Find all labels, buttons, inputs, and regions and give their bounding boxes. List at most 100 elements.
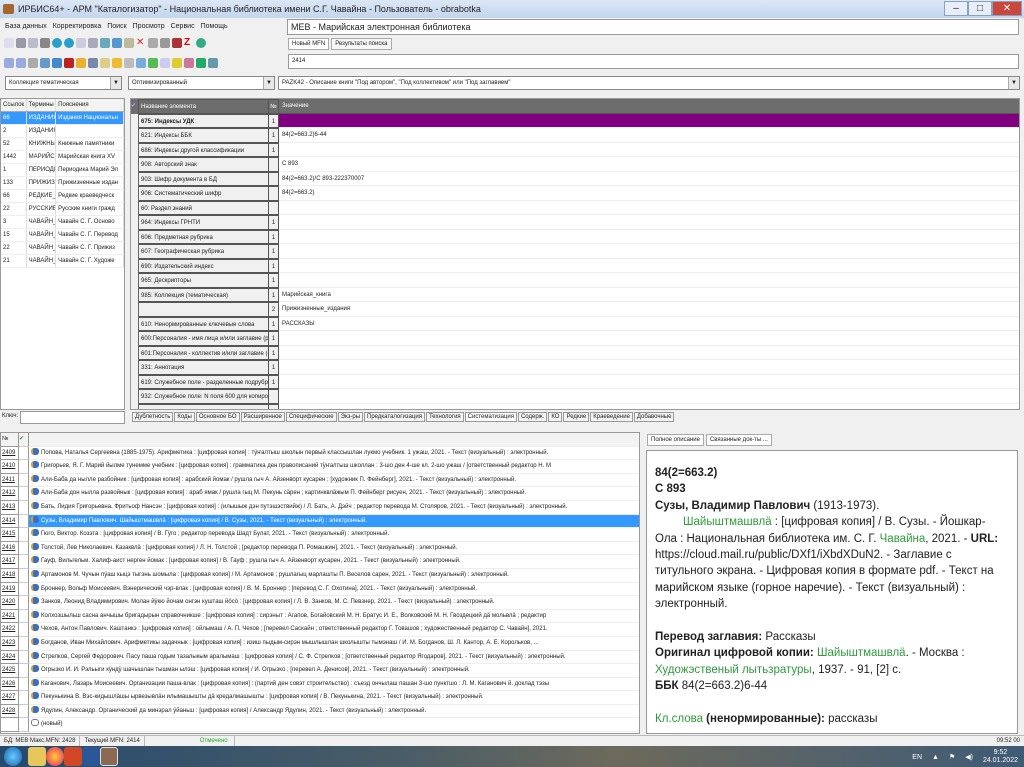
excel-icon[interactable] xyxy=(196,58,206,68)
col-links[interactable]: Ссылок xyxy=(1,99,27,111)
grid-row[interactable]: 964: Индексы ГРНТИ 1 xyxy=(131,215,1019,230)
firefox-icon[interactable] xyxy=(46,747,64,766)
record-number[interactable]: 2425 xyxy=(1,664,19,678)
grid-row[interactable]: 908: Авторский знак С 893 xyxy=(131,157,1019,172)
record-number[interactable]: 2428 xyxy=(1,704,19,719)
record-checkbox[interactable] xyxy=(19,636,29,651)
worksheet-select[interactable]: PAZK42 - Описание книги "Под автором", "… xyxy=(278,76,1020,90)
explorer-icon[interactable] xyxy=(28,747,46,766)
chevron-down-icon[interactable]: ▼ xyxy=(263,77,274,89)
up-icon[interactable] xyxy=(172,58,182,68)
filter-icon[interactable] xyxy=(208,58,218,68)
record-number[interactable] xyxy=(1,718,19,733)
grid-row[interactable]: 2 Прижизненные_издания xyxy=(131,302,1019,317)
prev-icon[interactable] xyxy=(52,38,62,48)
grid-row[interactable]: 686: Индексы другой классификации 1 xyxy=(131,142,1019,157)
field-value[interactable]: 84(2=663.2)6-44 xyxy=(279,128,1019,143)
undo-icon[interactable] xyxy=(28,38,38,48)
term-row[interactable]: 52КНИЖНЫЕКнижные памятники xyxy=(1,138,124,151)
record-checkbox[interactable] xyxy=(19,514,29,529)
field-value[interactable] xyxy=(279,404,1019,410)
worksheet-tab[interactable]: Расширенное xyxy=(240,412,285,422)
publisher-link[interactable]: Чавайна xyxy=(880,533,926,545)
list-item[interactable]: 2425 Огрызко И. И. Рэльыги кÿндÿ шачышлан… xyxy=(1,664,639,678)
record-checkbox[interactable] xyxy=(19,500,29,515)
list-item[interactable]: 2413 Бать, Лидия Григорьевна. Фритьоф Нан… xyxy=(1,500,639,515)
grid-row[interactable]: 331: Аннотация 1 xyxy=(131,360,1019,375)
grid-row[interactable]: 610: Ненормированные ключевые слова 1 РАСС… xyxy=(131,316,1019,331)
original-title-link[interactable]: Шайыштмашвлӓ xyxy=(817,647,906,659)
term-row[interactable]: 66РЕДКИЕ_КРедкие краеведческ xyxy=(1,190,124,203)
tab-search-results[interactable]: Результаты поиска xyxy=(331,38,392,50)
image-icon[interactable] xyxy=(184,58,194,68)
grid-row[interactable]: 621: Индексы ББК 1 84(2=663.2)6-44 xyxy=(131,128,1019,143)
worksheet-tab[interactable]: Краеведение xyxy=(590,412,633,422)
term-row[interactable]: 22 ЧАВАЙН_ Чавайн С. Г. Прижиз xyxy=(1,242,124,255)
term-row[interactable]: 1 ПЕРИОДИ Периодика Марий Эл xyxy=(1,164,124,177)
list-item[interactable]: 2424 Стрелков, Сергей Федорович. Пасу паш… xyxy=(1,650,639,665)
form-icon[interactable] xyxy=(4,58,14,68)
key-input[interactable] xyxy=(20,411,125,424)
term-row[interactable]: 66 ИЗДАНИЯ Издания Национальн xyxy=(1,112,124,125)
menu-database[interactable]: База данных xyxy=(5,23,47,31)
record-checkbox[interactable] xyxy=(19,555,29,569)
menu-view[interactable]: Просмотр xyxy=(133,23,165,31)
menu-edit[interactable]: Корректировка xyxy=(53,23,102,31)
refresh-icon[interactable] xyxy=(136,58,146,68)
record-checkbox[interactable] xyxy=(19,650,29,665)
worksheet-tab[interactable]: Добавочные xyxy=(633,412,675,422)
list-icon[interactable] xyxy=(112,38,122,48)
arrow-icon[interactable] xyxy=(148,58,158,68)
field-value[interactable] xyxy=(279,389,1019,404)
record-number[interactable]: 2422 xyxy=(1,623,19,637)
record-checkbox[interactable] xyxy=(19,460,29,474)
keywords-link[interactable]: Кл.слова xyxy=(655,713,703,725)
col-notes[interactable]: Пояснения xyxy=(56,99,124,111)
doc-icon[interactable] xyxy=(76,38,86,48)
record-number[interactable]: 2423 xyxy=(1,636,19,651)
record-checkbox[interactable] xyxy=(19,664,29,678)
menu-help[interactable]: Помощь xyxy=(201,23,228,31)
field-value[interactable] xyxy=(279,230,1019,244)
record-number[interactable]: 2409 xyxy=(1,446,19,461)
menu-search[interactable]: Поиск xyxy=(107,23,126,31)
worksheet-tab[interactable]: Дублетность xyxy=(132,412,174,422)
form2-icon[interactable] xyxy=(16,58,26,68)
grid-row[interactable]: 996 МеБН - главная1 xyxy=(131,403,1019,410)
list-item[interactable]: 2420 Занков, Леонид Владимирович. Молан й… xyxy=(1,596,639,610)
new-icon[interactable] xyxy=(4,38,14,48)
record-number[interactable]: 2421 xyxy=(1,609,19,624)
record-number[interactable]: 2412 xyxy=(1,487,19,501)
mfn-input[interactable]: 2414 xyxy=(288,54,1019,69)
record-checkbox[interactable] xyxy=(19,704,29,719)
record-checkbox[interactable] xyxy=(19,568,29,583)
field-value[interactable] xyxy=(279,143,1019,157)
worksheet-tab[interactable]: Содерж. xyxy=(517,412,548,422)
field-value[interactable] xyxy=(279,375,1019,389)
lock-icon[interactable] xyxy=(112,58,122,68)
grid-row[interactable]: 607: Географическая рубрика 1 xyxy=(131,244,1019,259)
list-item[interactable]: 2426 Каганович, Лазарь Моисеевич. Организ… xyxy=(1,677,639,692)
worksheet-tab[interactable]: Предкаталогизация xyxy=(364,412,425,422)
field-value[interactable] xyxy=(279,331,1019,346)
list-item[interactable]: 2409 Попова, Наталья Сергеевна (1885-1975… xyxy=(1,446,639,461)
col-terms[interactable]: Термины xyxy=(27,99,57,111)
record-number[interactable]: 2411 xyxy=(1,473,19,488)
grid-row[interactable]: 60: Раздел знаний xyxy=(131,200,1019,215)
grid-row[interactable]: 965: Дескрипторы 1 xyxy=(131,273,1019,288)
record-checkbox[interactable] xyxy=(19,609,29,624)
record-number[interactable]: 2426 xyxy=(1,677,19,692)
record-checkbox[interactable] xyxy=(19,718,29,733)
flag-icon[interactable]: ⚑ xyxy=(949,753,955,761)
record-checkbox[interactable] xyxy=(19,528,29,542)
volume-icon[interactable]: ◀) xyxy=(965,753,973,761)
grid-row[interactable]: 675: Индексы УДК 1 xyxy=(131,113,1019,128)
list-item[interactable]: 2422 Чехов, Антон Павлович. Каштанкэ : [ц… xyxy=(1,623,639,637)
eraser-icon[interactable] xyxy=(64,58,74,68)
grid-row[interactable]: 600:Персоналия - имя лица и/или заглавие… xyxy=(131,331,1019,346)
field-value[interactable] xyxy=(279,244,1019,259)
list-item[interactable]: 2411 Али-Баба да нылле разбойник : [цифро… xyxy=(1,473,639,488)
worksheet-tab[interactable]: Технология xyxy=(425,412,464,422)
list-item[interactable]: 2412 Али-Баба дон нылла развойнык : [цифр… xyxy=(1,487,639,501)
grid-row[interactable]: 903: Шифр документа в БД 84(2=663.2)/С 89… xyxy=(131,171,1019,186)
